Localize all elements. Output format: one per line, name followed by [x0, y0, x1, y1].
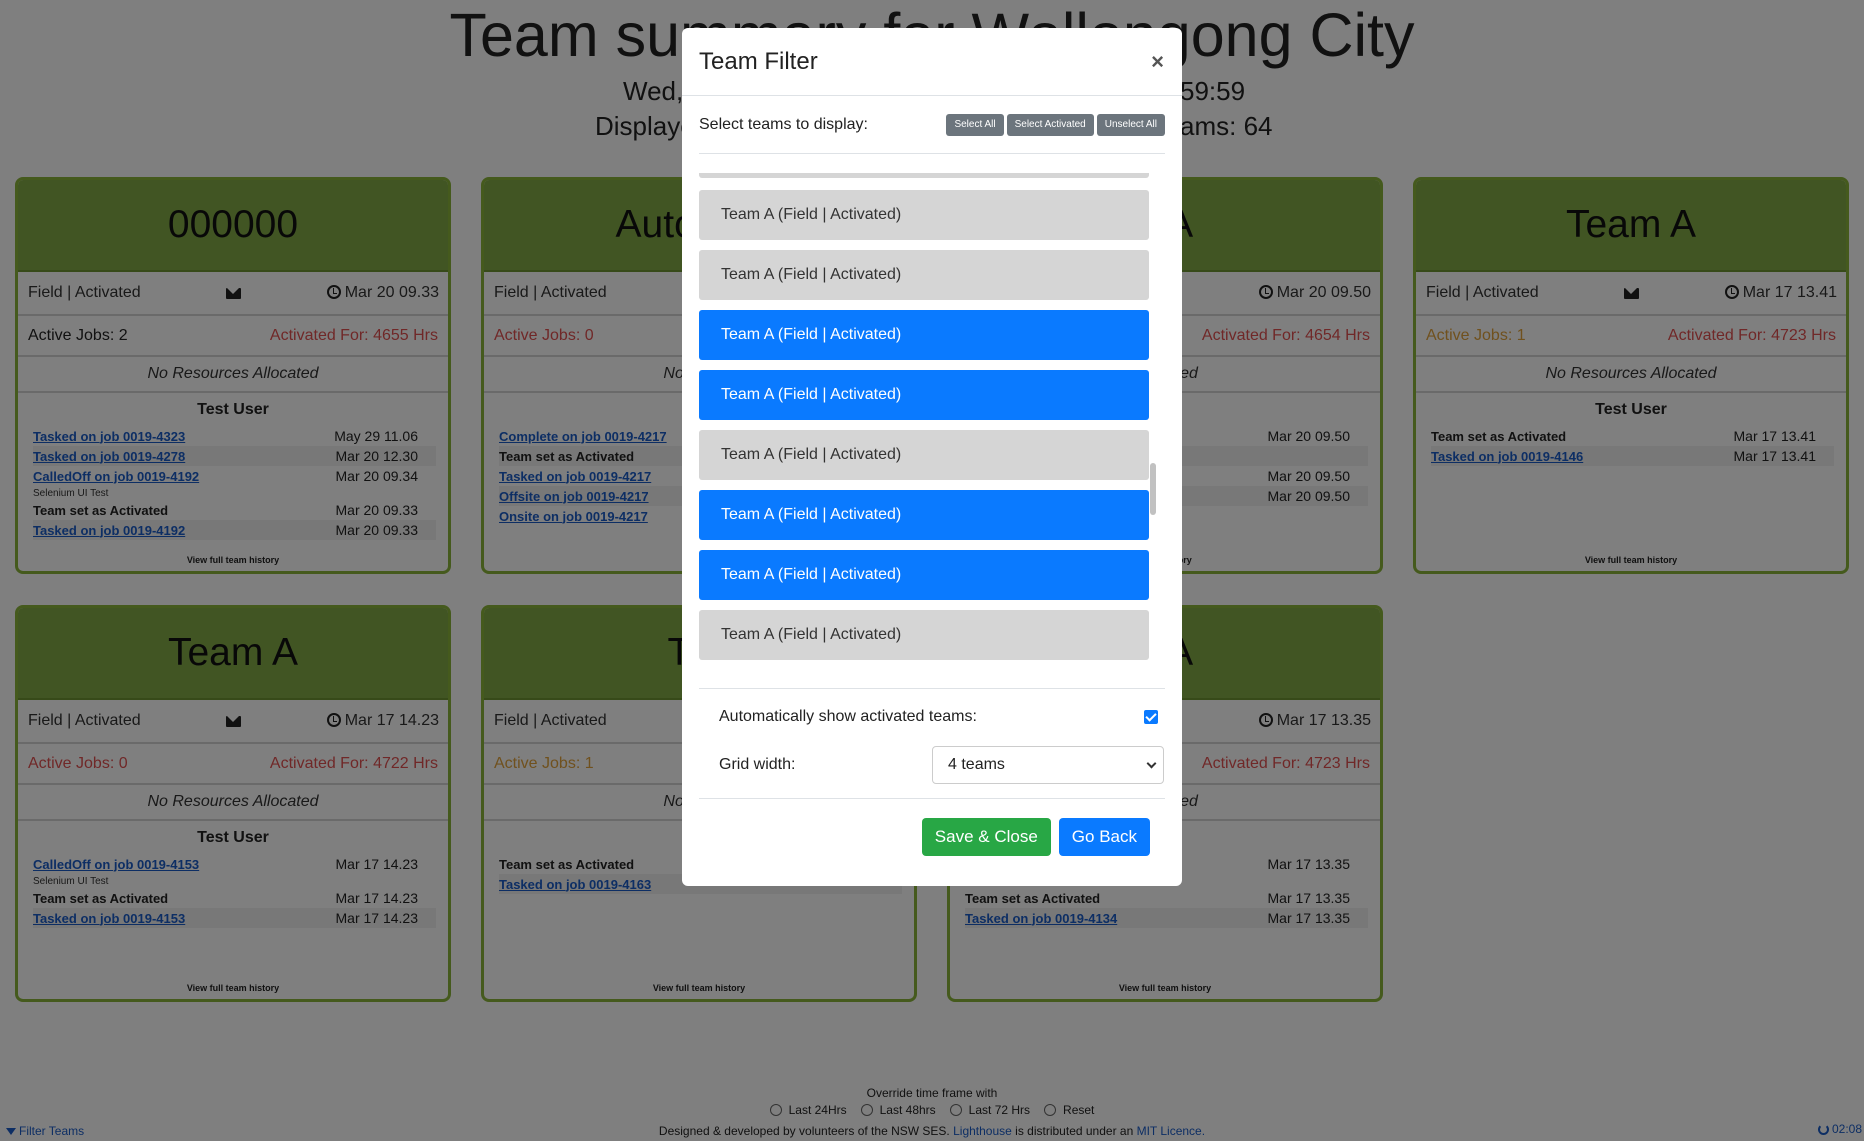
modal-footer: Save & Close Go Back	[921, 818, 1150, 856]
select-button-group: Select All Select Activated Unselect All	[946, 113, 1165, 136]
grid-width-label: Grid width:	[719, 756, 796, 773]
team-list-item-partial-top[interactable]	[699, 173, 1149, 178]
select-teams-label: Select teams to display:	[699, 115, 868, 133]
team-filter-modal: Team Filter × Select teams to display: S…	[682, 28, 1182, 886]
save-close-button[interactable]: Save & Close	[921, 818, 1051, 856]
close-icon[interactable]: ×	[1151, 49, 1164, 75]
team-list-item[interactable]: Team A (Field | Activated)	[699, 370, 1149, 420]
modal-header: Team Filter ×	[682, 28, 1182, 96]
grid-width-row: Grid width: 4 teams	[719, 746, 1165, 784]
team-list-item[interactable]: Team A (Field | Activated)	[699, 250, 1149, 300]
team-list-item[interactable]: Team A (Field | Activated)	[699, 550, 1149, 600]
team-list-item[interactable]: Team A (Field | Activated)	[699, 310, 1149, 360]
team-list-item[interactable]: Team A (Field | Activated)	[699, 610, 1149, 660]
unselect-all-button[interactable]: Unselect All	[1096, 113, 1165, 136]
auto-show-label: Automatically show activated teams:	[719, 708, 977, 725]
modal-title: Team Filter	[699, 47, 818, 75]
grid-width-select[interactable]: 4 teams	[932, 746, 1164, 784]
team-list-item[interactable]: Team A (Field | Activated)	[699, 490, 1149, 540]
divider	[699, 798, 1165, 799]
team-list-item[interactable]: Team A (Field | Activated)	[699, 190, 1149, 240]
team-list[interactable]: Team A (Field | Activated) Team A (Field …	[699, 173, 1156, 673]
divider	[699, 688, 1165, 689]
auto-show-row: Automatically show activated teams:	[719, 708, 1158, 726]
select-activated-button[interactable]: Select Activated	[1006, 113, 1094, 136]
select-teams-row: Select teams to display: Select All Sele…	[699, 96, 1165, 154]
auto-show-checkbox[interactable]	[1144, 710, 1158, 724]
team-list-item[interactable]: Team A (Field | Activated)	[699, 430, 1149, 480]
select-all-button[interactable]: Select All	[946, 113, 1004, 136]
grid-width-value: 4 teams	[948, 756, 1005, 773]
chevron-down-icon	[1146, 758, 1157, 768]
go-back-button[interactable]: Go Back	[1058, 818, 1150, 856]
scrollbar-thumb[interactable]	[1150, 463, 1156, 515]
